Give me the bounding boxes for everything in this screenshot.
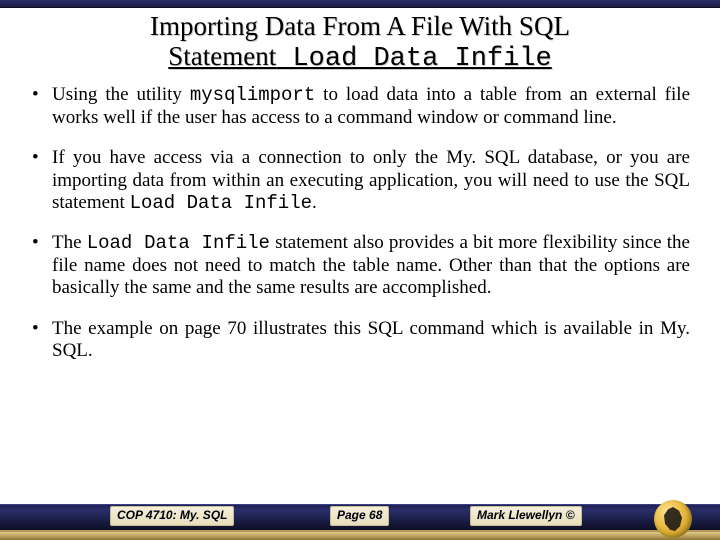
bullet-1: Using the utility mysqlimport to load da… xyxy=(30,84,690,129)
slide-title: Importing Data From A File With SQL Stat… xyxy=(0,8,720,76)
bullet-3-code: Load Data Infile xyxy=(87,232,270,254)
footer-gold-strip xyxy=(0,532,720,540)
slide-body: Using the utility mysqlimport to load da… xyxy=(0,76,720,540)
bullet-3: The Load Data Infile statement also prov… xyxy=(30,232,690,299)
bullet-2-code: Load Data Infile xyxy=(130,192,312,214)
bullet-3-pre: The xyxy=(52,232,87,253)
bullet-4: The example on page 70 illustrates this … xyxy=(30,318,690,363)
slide: Importing Data From A File With SQL Stat… xyxy=(0,0,720,540)
title-line-1: Importing Data From A File With SQL xyxy=(150,11,570,41)
footer-page: Page 68 xyxy=(330,506,389,526)
footer-author: Mark Llewellyn © xyxy=(470,506,582,526)
ucf-pegasus-logo xyxy=(654,500,692,538)
bullet-4-text: The example on page 70 illustrates this … xyxy=(52,318,690,361)
footer: COP 4710: My. SQL Page 68 Mark Llewellyn… xyxy=(0,500,720,540)
title-line-2-plain: Statement xyxy=(168,41,276,71)
title-line-2-code: Load Data Infile xyxy=(276,44,551,74)
bullet-2-post: . xyxy=(312,192,317,213)
footer-course: COP 4710: My. SQL xyxy=(110,506,234,526)
bullet-1-pre: Using the utility xyxy=(52,84,190,105)
bullet-2: If you have access via a connection to o… xyxy=(30,147,690,214)
top-accent-bar xyxy=(0,0,720,8)
bullet-1-code: mysqlimport xyxy=(190,84,315,106)
